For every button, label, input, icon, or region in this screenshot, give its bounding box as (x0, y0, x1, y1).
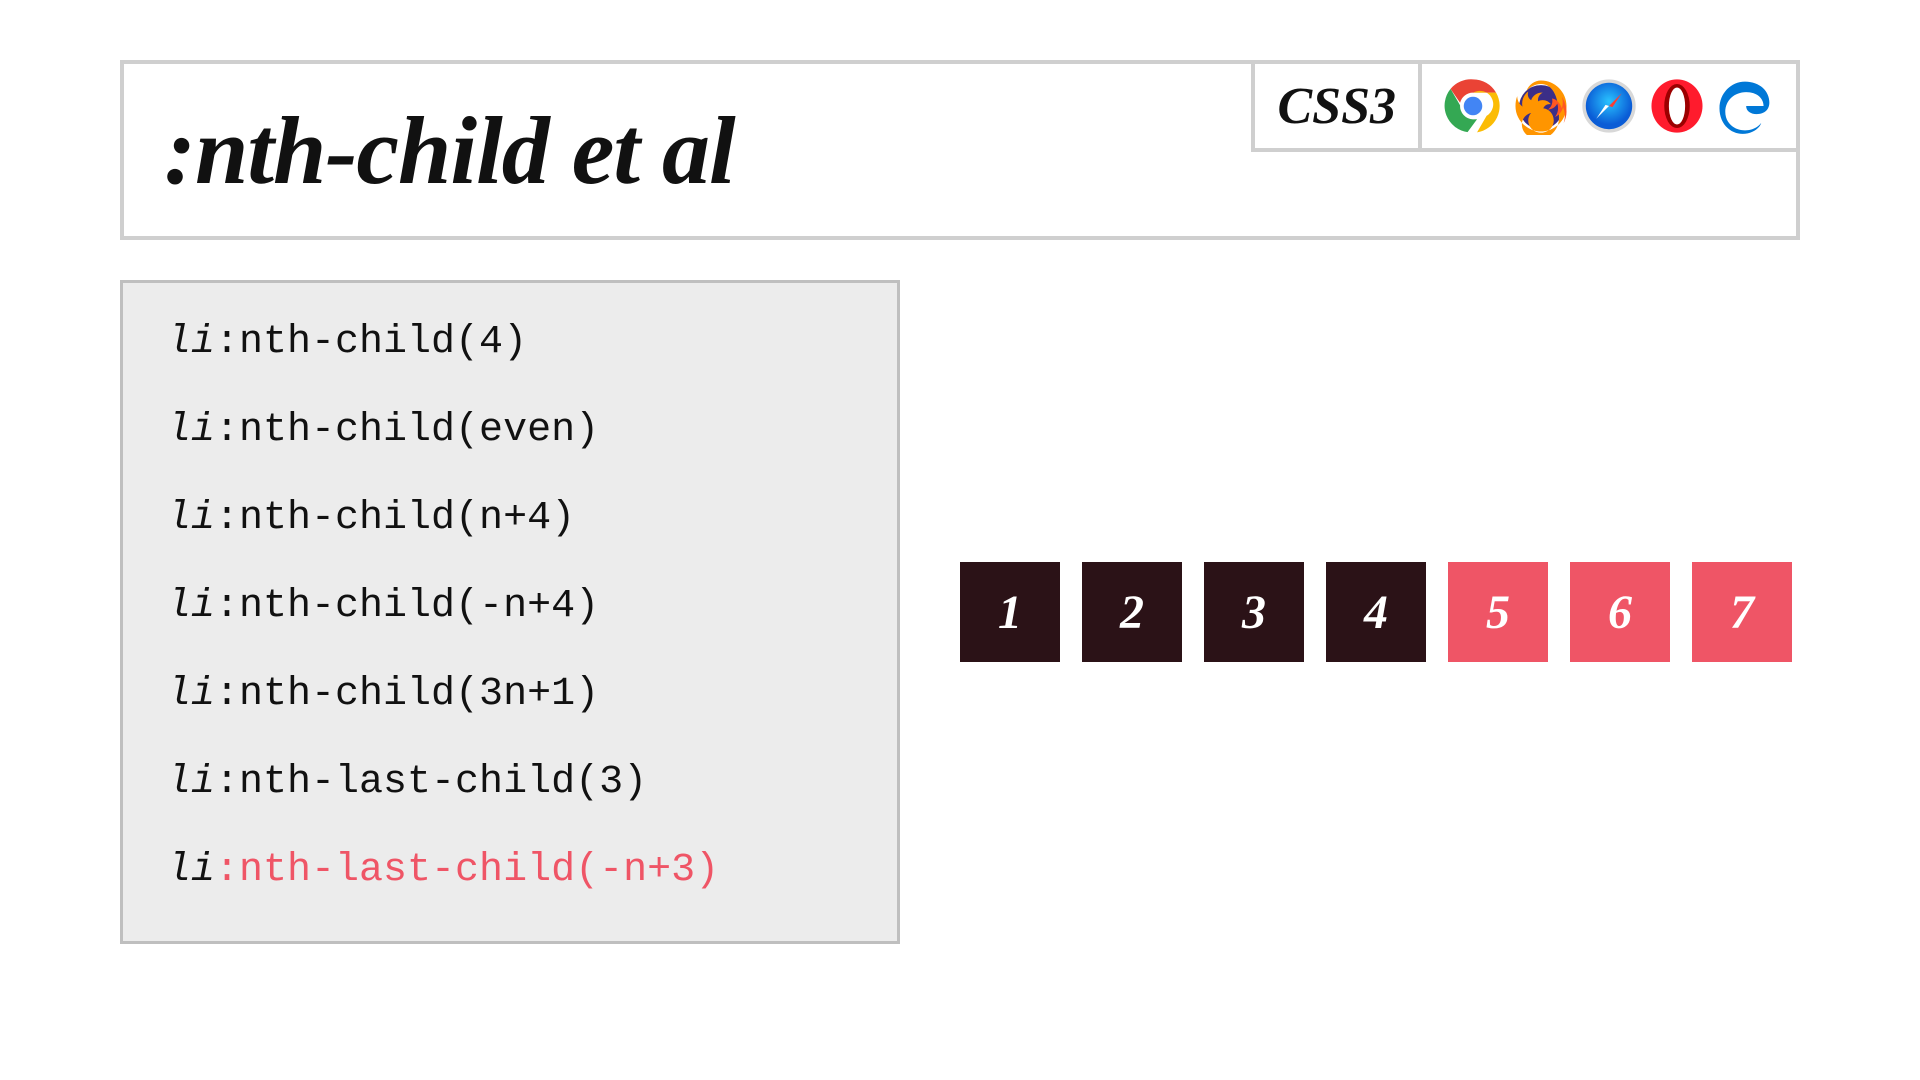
code-line: li:nth-child(4) (167, 323, 853, 363)
demo-area: 1 2 3 4 5 6 7 (960, 280, 1800, 944)
code-element: li (167, 496, 215, 541)
code-element: li (167, 848, 215, 893)
code-line-active: li:nth-last-child(-n+3) (167, 851, 853, 891)
slide-header: :nth-child et al CSS3 (120, 60, 1800, 240)
code-panel: li:nth-child(4) li:nth-child(even) li:nt… (120, 280, 900, 944)
spec-badge: CSS3 (1251, 64, 1418, 152)
demo-block: 1 (960, 562, 1060, 662)
demo-blocks: 1 2 3 4 5 6 7 (960, 562, 1792, 662)
demo-block-highlighted: 6 (1570, 562, 1670, 662)
header-badges: CSS3 (1251, 64, 1796, 236)
slide-body: li:nth-child(4) li:nth-child(even) li:nt… (120, 280, 1800, 944)
code-line: li:nth-child(-n+4) (167, 587, 853, 627)
demo-block: 3 (1204, 562, 1304, 662)
demo-block: 4 (1326, 562, 1426, 662)
code-element: li (167, 320, 215, 365)
code-selector: :nth-child(-n+4) (215, 584, 599, 629)
code-element: li (167, 584, 215, 629)
slide-title: :nth-child et al (124, 64, 1251, 236)
safari-icon (1580, 77, 1638, 135)
code-element: li (167, 672, 215, 717)
demo-block: 2 (1082, 562, 1182, 662)
demo-block-highlighted: 5 (1448, 562, 1548, 662)
slide: :nth-child et al CSS3 (0, 0, 1920, 1080)
code-selector: :nth-child(n+4) (215, 496, 575, 541)
edge-icon (1716, 77, 1774, 135)
opera-icon (1648, 77, 1706, 135)
code-element: li (167, 408, 215, 453)
browser-support (1418, 64, 1796, 152)
chrome-icon (1444, 77, 1502, 135)
spec-badge-label: CSS3 (1277, 77, 1396, 136)
demo-block-highlighted: 7 (1692, 562, 1792, 662)
code-selector: :nth-child(3n+1) (215, 672, 599, 717)
code-selector: :nth-last-child(3) (215, 760, 647, 805)
code-selector: :nth-last-child(-n+3) (215, 848, 719, 893)
code-line: li:nth-child(3n+1) (167, 675, 853, 715)
code-line: li:nth-child(even) (167, 411, 853, 451)
code-selector: :nth-child(even) (215, 408, 599, 453)
firefox-icon (1512, 77, 1570, 135)
code-selector: :nth-child(4) (215, 320, 527, 365)
code-element: li (167, 760, 215, 805)
code-line: li:nth-child(n+4) (167, 499, 853, 539)
code-line: li:nth-last-child(3) (167, 763, 853, 803)
